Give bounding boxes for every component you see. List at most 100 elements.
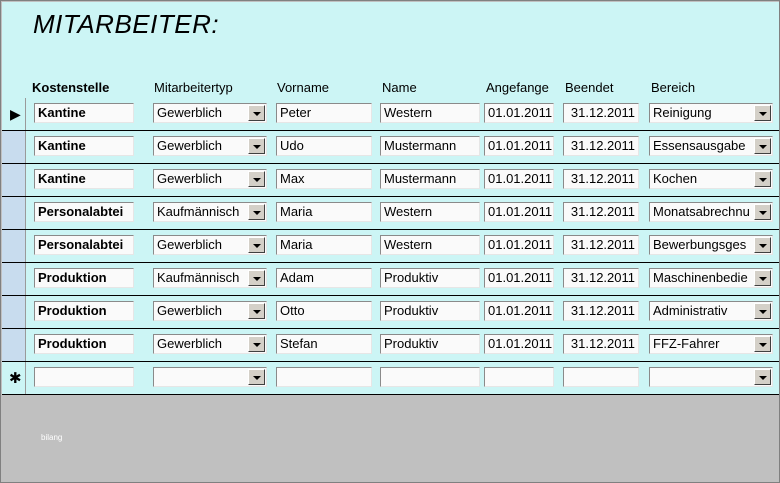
bereich-combo[interactable]: Administrativ <box>649 301 773 321</box>
mitarbeitertyp-combo[interactable]: Kaufmännisch <box>153 202 267 222</box>
name-field[interactable]: Mustermann <box>380 169 480 189</box>
vorname-field[interactable]: Otto <box>276 301 372 321</box>
angefange-field[interactable]: 01.01.2011 <box>484 235 554 255</box>
dropdown-arrow-icon[interactable] <box>754 171 771 187</box>
bereich-combo[interactable]: Bewerbungsges <box>649 235 773 255</box>
kostenstelle-field[interactable]: Kantine <box>34 169 134 189</box>
mitarbeitertyp-combo[interactable]: Gewerblich <box>153 334 267 354</box>
name-field[interactable] <box>380 367 480 387</box>
record-selector[interactable] <box>2 329 26 361</box>
mitarbeitertyp-combo[interactable] <box>153 367 267 387</box>
bereich-combo[interactable] <box>649 367 773 387</box>
dropdown-arrow-icon[interactable] <box>754 237 771 253</box>
mitarbeitertyp-combo[interactable]: Gewerblich <box>153 301 267 321</box>
name-field[interactable]: Western <box>380 235 480 255</box>
dropdown-arrow-icon[interactable] <box>248 270 265 286</box>
angefange-field[interactable]: 01.01.2011 <box>484 136 554 156</box>
vorname-field[interactable]: Stefan <box>276 334 372 354</box>
record-selector[interactable] <box>2 197 26 229</box>
angefange-field[interactable]: 01.01.2011 <box>484 334 554 354</box>
mitarbeitertyp-value: Gewerblich <box>157 303 223 318</box>
bereich-combo[interactable]: Monatsabrechnu <box>649 202 773 222</box>
kostenstelle-field[interactable]: Kantine <box>34 103 134 123</box>
bereich-combo[interactable]: FFZ-Fahrer <box>649 334 773 354</box>
record-row[interactable]: Personalabtei Kaufmännisch Maria Western… <box>2 197 779 230</box>
name-field[interactable]: Western <box>380 103 480 123</box>
record-selector[interactable]: ✱ <box>2 362 26 394</box>
vorname-field[interactable] <box>276 367 372 387</box>
dropdown-arrow-icon[interactable] <box>754 336 771 352</box>
kostenstelle-field[interactable]: Personalabtei <box>34 202 134 222</box>
record-selector[interactable] <box>2 164 26 196</box>
mitarbeitertyp-combo[interactable]: Gewerblich <box>153 235 267 255</box>
beendet-field[interactable]: 31.12.2011 <box>563 235 639 255</box>
record-row[interactable]: Produktion Gewerblich Otto Produktiv 01.… <box>2 296 779 329</box>
vorname-field[interactable]: Udo <box>276 136 372 156</box>
dropdown-arrow-icon[interactable] <box>754 369 771 385</box>
record-row[interactable]: Personalabtei Gewerblich Maria Western 0… <box>2 230 779 263</box>
kostenstelle-field[interactable]: Personalabtei <box>34 235 134 255</box>
beendet-field[interactable]: 31.12.2011 <box>563 136 639 156</box>
kostenstelle-field[interactable]: Produktion <box>34 268 134 288</box>
dropdown-arrow-icon[interactable] <box>754 303 771 319</box>
bereich-combo[interactable]: Kochen <box>649 169 773 189</box>
new-record-row[interactable]: ✱ <box>2 362 779 395</box>
record-selector[interactable]: ▶ <box>2 98 26 130</box>
dropdown-arrow-icon[interactable] <box>248 171 265 187</box>
mitarbeitertyp-combo[interactable]: Gewerblich <box>153 136 267 156</box>
record-row[interactable]: Produktion Gewerblich Stefan Produktiv 0… <box>2 329 779 362</box>
record-selector[interactable] <box>2 131 26 163</box>
mitarbeitertyp-combo[interactable]: Gewerblich <box>153 103 267 123</box>
vorname-field[interactable]: Peter <box>276 103 372 123</box>
record-row[interactable]: ▶ Kantine Gewerblich Peter Western 01.01… <box>2 98 779 131</box>
kostenstelle-field[interactable] <box>34 367 134 387</box>
name-field[interactable]: Western <box>380 202 480 222</box>
beendet-field[interactable]: 31.12.2011 <box>563 103 639 123</box>
angefange-field[interactable]: 01.01.2011 <box>484 202 554 222</box>
vorname-field[interactable]: Maria <box>276 235 372 255</box>
dropdown-arrow-icon[interactable] <box>754 270 771 286</box>
record-selector[interactable] <box>2 230 26 262</box>
record-selector[interactable] <box>2 296 26 328</box>
name-field[interactable]: Mustermann <box>380 136 480 156</box>
angefange-field[interactable] <box>484 367 554 387</box>
dropdown-arrow-icon[interactable] <box>248 138 265 154</box>
beendet-field[interactable]: 31.12.2011 <box>563 268 639 288</box>
vorname-field[interactable]: Max <box>276 169 372 189</box>
dropdown-arrow-icon[interactable] <box>754 204 771 220</box>
beendet-field[interactable] <box>563 367 639 387</box>
beendet-field[interactable]: 31.12.2011 <box>563 169 639 189</box>
angefange-field[interactable]: 01.01.2011 <box>484 169 554 189</box>
name-field[interactable]: Produktiv <box>380 334 480 354</box>
beendet-field[interactable]: 31.12.2011 <box>563 301 639 321</box>
kostenstelle-field[interactable]: Produktion <box>34 301 134 321</box>
mitarbeitertyp-combo[interactable]: Gewerblich <box>153 169 267 189</box>
bereich-combo[interactable]: Maschinenbedie <box>649 268 773 288</box>
dropdown-arrow-icon[interactable] <box>248 369 265 385</box>
beendet-field[interactable]: 31.12.2011 <box>563 334 639 354</box>
dropdown-arrow-icon[interactable] <box>248 204 265 220</box>
angefange-field[interactable]: 01.01.2011 <box>484 268 554 288</box>
vorname-field[interactable]: Maria <box>276 202 372 222</box>
record-row[interactable]: Kantine Gewerblich Udo Mustermann 01.01.… <box>2 131 779 164</box>
dropdown-arrow-icon[interactable] <box>248 237 265 253</box>
dropdown-arrow-icon[interactable] <box>248 303 265 319</box>
dropdown-arrow-icon[interactable] <box>754 105 771 121</box>
angefange-field[interactable]: 01.01.2011 <box>484 103 554 123</box>
bereich-combo[interactable]: Reinigung <box>649 103 773 123</box>
record-selector[interactable] <box>2 263 26 295</box>
bereich-combo[interactable]: Essensausgabe <box>649 136 773 156</box>
beendet-field[interactable]: 31.12.2011 <box>563 202 639 222</box>
dropdown-arrow-icon[interactable] <box>248 105 265 121</box>
mitarbeitertyp-combo[interactable]: Kaufmännisch <box>153 268 267 288</box>
kostenstelle-field[interactable]: Kantine <box>34 136 134 156</box>
angefange-field[interactable]: 01.01.2011 <box>484 301 554 321</box>
kostenstelle-field[interactable]: Produktion <box>34 334 134 354</box>
name-field[interactable]: Produktiv <box>380 268 480 288</box>
record-row[interactable]: Kantine Gewerblich Max Mustermann 01.01.… <box>2 164 779 197</box>
dropdown-arrow-icon[interactable] <box>754 138 771 154</box>
vorname-field[interactable]: Adam <box>276 268 372 288</box>
record-row[interactable]: Produktion Kaufmännisch Adam Produktiv 0… <box>2 263 779 296</box>
name-field[interactable]: Produktiv <box>380 301 480 321</box>
dropdown-arrow-icon[interactable] <box>248 336 265 352</box>
